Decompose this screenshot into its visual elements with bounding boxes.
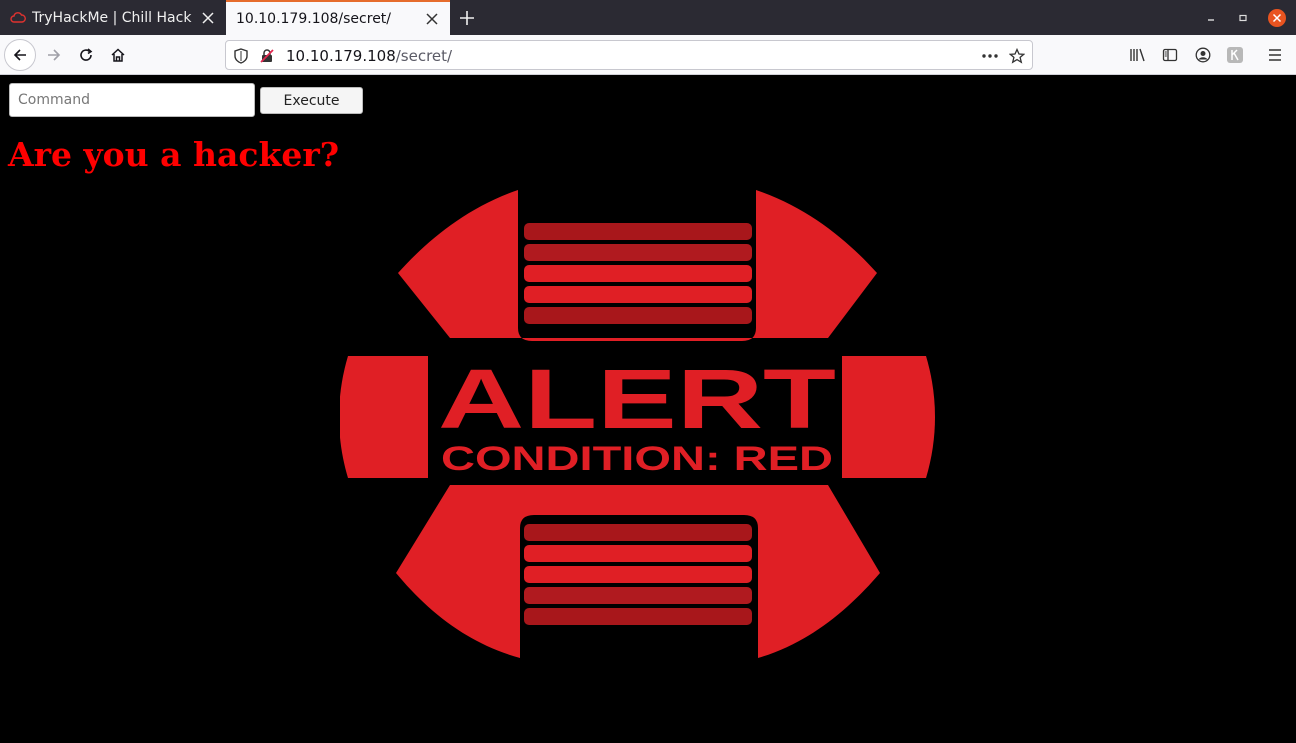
close-tab-icon[interactable] [420,7,444,31]
forward-icon[interactable] [38,39,70,71]
url-path: /secret/ [395,47,453,65]
tab-label: 10.10.179.108/secret/ [236,10,392,27]
execute-button[interactable]: Execute [260,87,363,114]
alert-subtitle: CONDITION: RED [441,440,833,478]
tab-label: TryHackMe | Chill Hack [32,9,192,26]
alert-title: ALERT [438,352,836,446]
account-icon[interactable] [1194,46,1212,64]
page-content: Execute Are you a hacker? [0,75,1296,743]
close-tab-icon[interactable] [196,6,220,30]
close-window-icon[interactable] [1267,8,1287,28]
tab-secret[interactable]: 10.10.179.108/secret/ [226,0,450,35]
new-tab-icon[interactable] [454,5,480,31]
page-title: Are you a hacker? [8,135,340,174]
tab-tryhackme[interactable]: TryHackMe | Chill Hack [0,0,226,35]
address-bar[interactable]: 10.10.179.108/secret/ [225,40,1033,70]
sidebar-icon[interactable] [1161,46,1179,64]
extension-icon[interactable] [1226,46,1244,64]
minimize-icon[interactable] [1201,8,1221,28]
reload-icon[interactable] [70,39,102,71]
restore-icon[interactable] [1233,8,1253,28]
cloud-icon [10,10,26,26]
page-actions-icon[interactable] [981,47,999,65]
command-input[interactable] [9,83,255,117]
home-icon[interactable] [102,39,134,71]
bookmark-star-icon[interactable] [1008,47,1026,65]
bottom-indicator-bars [524,524,752,625]
shield-icon[interactable] [232,47,250,65]
library-icon[interactable] [1129,46,1147,64]
insecure-lock-icon[interactable] [258,47,276,65]
top-indicator-bars [524,223,752,324]
url-text: 10.10.179.108/secret/ [286,47,452,65]
tab-strip: TryHackMe | Chill Hack 10.10.179.108/sec… [0,0,1296,35]
back-icon[interactable] [4,39,36,71]
navigation-toolbar: 10.10.179.108/secret/ [0,35,1296,75]
alert-condition-red-image: ALERT CONDITION: RED [340,190,935,658]
menu-icon[interactable] [1266,46,1284,64]
url-host: 10.10.179.108 [286,47,396,65]
